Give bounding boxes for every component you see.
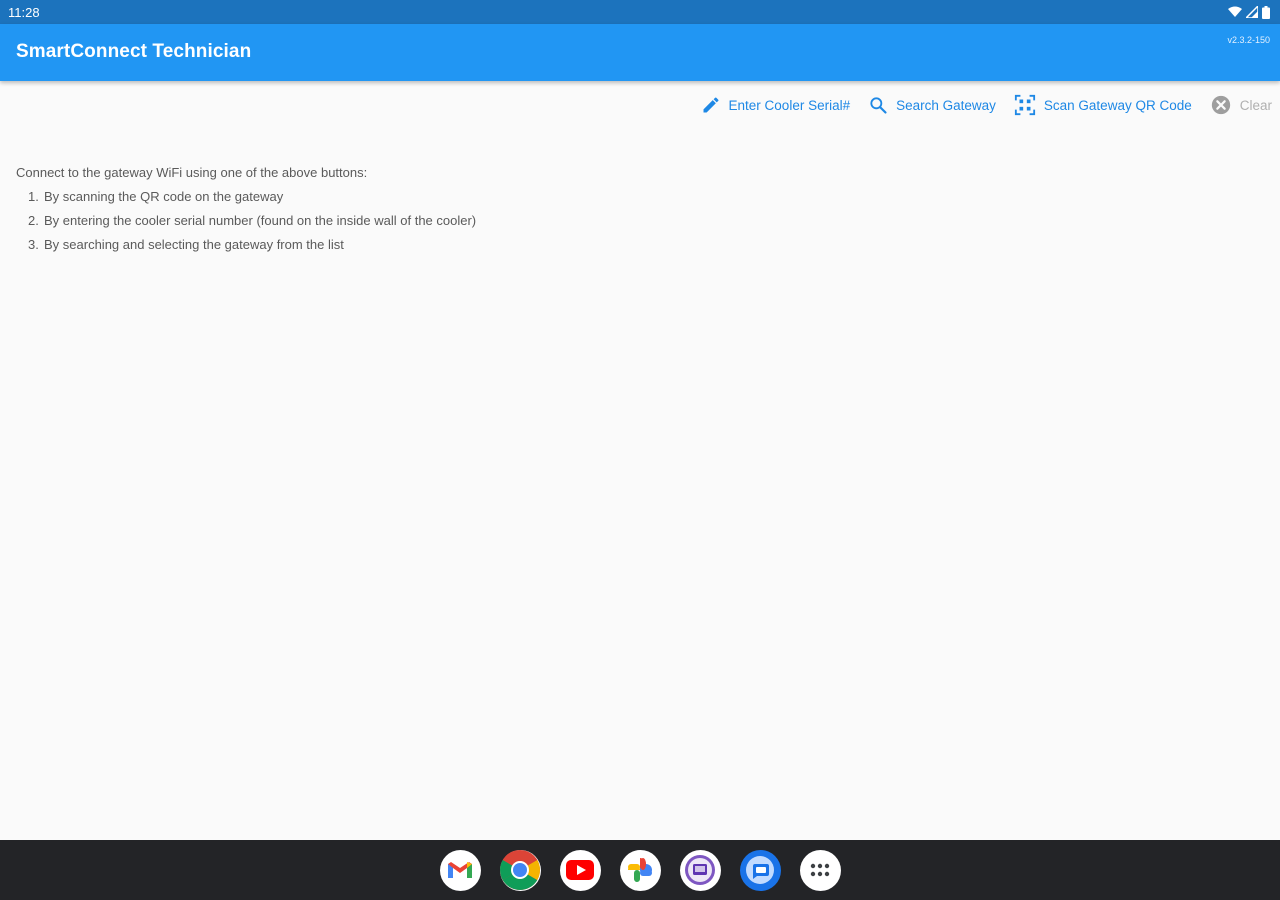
clear-label: Clear <box>1239 97 1272 113</box>
screen-recorder-icon[interactable] <box>679 849 721 891</box>
signal-icon <box>1246 6 1258 18</box>
wifi-icon <box>1228 6 1242 17</box>
step-text: By scanning the QR code on the gateway <box>44 189 284 204</box>
status-icons <box>1228 5 1270 19</box>
clear-button[interactable]: Clear <box>1210 94 1272 116</box>
app-bar: SmartConnect Technician v2.3.2-150 <box>0 24 1280 81</box>
scan-gateway-qr-label: Scan Gateway QR Code <box>1043 97 1192 113</box>
status-time: 11:28 <box>8 4 40 20</box>
step-number: 1. <box>28 189 39 204</box>
messages-icon[interactable] <box>739 849 781 891</box>
action-toolbar: Enter Cooler Serial# Search Gateway Scan… <box>701 90 1272 120</box>
step-number: 2. <box>28 213 39 228</box>
scan-gateway-qr-button[interactable]: Scan Gateway QR Code <box>1014 94 1192 116</box>
instructions-list: 1. By scanning the QR code on the gatewa… <box>16 188 476 254</box>
app-title: SmartConnect Technician <box>16 41 252 62</box>
youtube-icon[interactable] <box>559 849 601 891</box>
app-version: v2.3.2-150 <box>1227 35 1270 45</box>
step-text: By entering the cooler serial number (fo… <box>44 213 477 228</box>
gmail-icon[interactable] <box>439 849 481 891</box>
app-drawer-icon[interactable] <box>799 849 841 891</box>
qr-scan-icon <box>1014 94 1035 116</box>
step-text: By searching and selecting the gateway f… <box>44 237 344 252</box>
step-number: 3. <box>28 237 39 252</box>
status-bar: 11:28 <box>0 0 1280 24</box>
list-item: 1. By scanning the QR code on the gatewa… <box>28 188 476 206</box>
search-gateway-label: Search Gateway <box>896 97 996 113</box>
app-dock <box>0 840 1280 900</box>
search-icon <box>870 97 887 114</box>
chrome-icon[interactable] <box>499 849 541 891</box>
list-item: 3. By searching and selecting the gatewa… <box>28 236 476 254</box>
search-gateway-button[interactable]: Search Gateway <box>868 95 996 115</box>
battery-icon <box>1262 5 1270 19</box>
photos-icon[interactable] <box>619 849 661 891</box>
instructions-intro: Connect to the gateway WiFi using one of… <box>16 165 368 180</box>
enter-cooler-serial-button[interactable]: Enter Cooler Serial# <box>701 95 851 115</box>
list-item: 2. By entering the cooler serial number … <box>28 212 476 230</box>
cancel-circle-icon <box>1211 95 1230 115</box>
instructions: Connect to the gateway WiFi using one of… <box>16 164 476 260</box>
enter-cooler-serial-label: Enter Cooler Serial# <box>728 97 851 113</box>
pencil-icon <box>703 97 719 113</box>
